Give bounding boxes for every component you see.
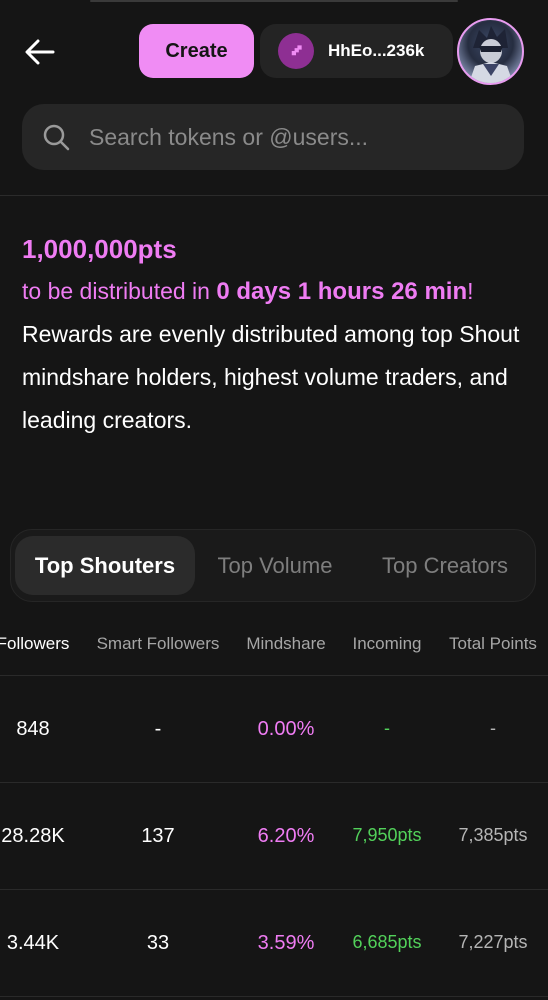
distribution-countdown: to be distributed in 0 days 1 hours 26 m… <box>22 270 522 313</box>
back-button[interactable] <box>22 32 58 72</box>
reward-description: Rewards are evenly distributed among top… <box>22 321 520 433</box>
countdown-timer: 0 days 1 hours 26 min <box>216 278 468 305</box>
cell-smart-followers: 137 <box>141 825 175 847</box>
table-row[interactable]: 3.44K 33 3.59% 6,685pts 7,227pts <box>0 890 548 997</box>
distribute-prefix: to be distributed in <box>22 278 217 304</box>
cell-total-points: - <box>490 718 496 738</box>
search-icon <box>42 123 70 151</box>
create-button-label: Create <box>165 39 228 62</box>
cell-smart-followers: 33 <box>146 932 170 954</box>
cell-incoming: 7,950pts <box>352 825 422 845</box>
table-row[interactable]: 848 - 0.00% - - <box>0 676 548 783</box>
table-header: Followers Smart Followers Mindshare Inco… <box>0 620 548 676</box>
leaderboard-tabs: Top Shouters Top Volume Top Creators <box>10 529 536 602</box>
wallet-address: HhEo...236k <box>328 41 425 60</box>
avatar[interactable] <box>457 18 524 85</box>
cell-followers: 3.44K <box>6 932 60 954</box>
search-bar[interactable] <box>22 104 524 170</box>
column-header-smart-followers[interactable]: Smart Followers <box>93 634 223 654</box>
tab-top-volume[interactable]: Top Volume <box>201 536 349 595</box>
cell-mindshare: 6.20% <box>257 825 315 847</box>
cell-incoming: 6,685pts <box>352 932 422 952</box>
reward-info: 1,000,000pts to be distributed in 0 days… <box>22 228 522 442</box>
cell-followers: 848 <box>16 718 50 740</box>
column-header-total-points[interactable]: Total Points <box>446 634 540 654</box>
divider <box>0 195 548 196</box>
table-row[interactable]: 28.28K 137 6.20% 7,950pts 7,385pts <box>0 783 548 890</box>
reward-points: 1,000,000pts <box>22 234 177 264</box>
column-header-mindshare[interactable]: Mindshare <box>240 634 332 654</box>
header: Create HhEo...236k <box>0 0 548 100</box>
search-input[interactable] <box>89 123 479 151</box>
leaderboard-table: Followers Smart Followers Mindshare Inco… <box>0 620 548 997</box>
cell-total-points: 7,227pts <box>458 932 528 952</box>
cell-followers: 28.28K <box>1 825 65 847</box>
cell-smart-followers: - <box>154 718 162 740</box>
create-button[interactable]: Create <box>139 24 254 78</box>
cell-mindshare: 0.00% <box>257 718 315 740</box>
cell-mindshare: 3.59% <box>257 932 315 954</box>
tab-top-shouters[interactable]: Top Shouters <box>15 536 195 595</box>
distribute-suffix: ! <box>467 278 474 304</box>
column-header-incoming[interactable]: Incoming <box>347 634 427 654</box>
cell-total-points: 7,385pts <box>458 825 528 845</box>
puzzle-icon <box>278 33 314 69</box>
cell-incoming: - <box>384 718 390 738</box>
arrow-left-icon <box>25 39 55 65</box>
tab-top-creators[interactable]: Top Creators <box>363 536 527 595</box>
wallet-button[interactable]: HhEo...236k <box>260 24 453 78</box>
column-header-followers[interactable]: Followers <box>0 634 82 654</box>
